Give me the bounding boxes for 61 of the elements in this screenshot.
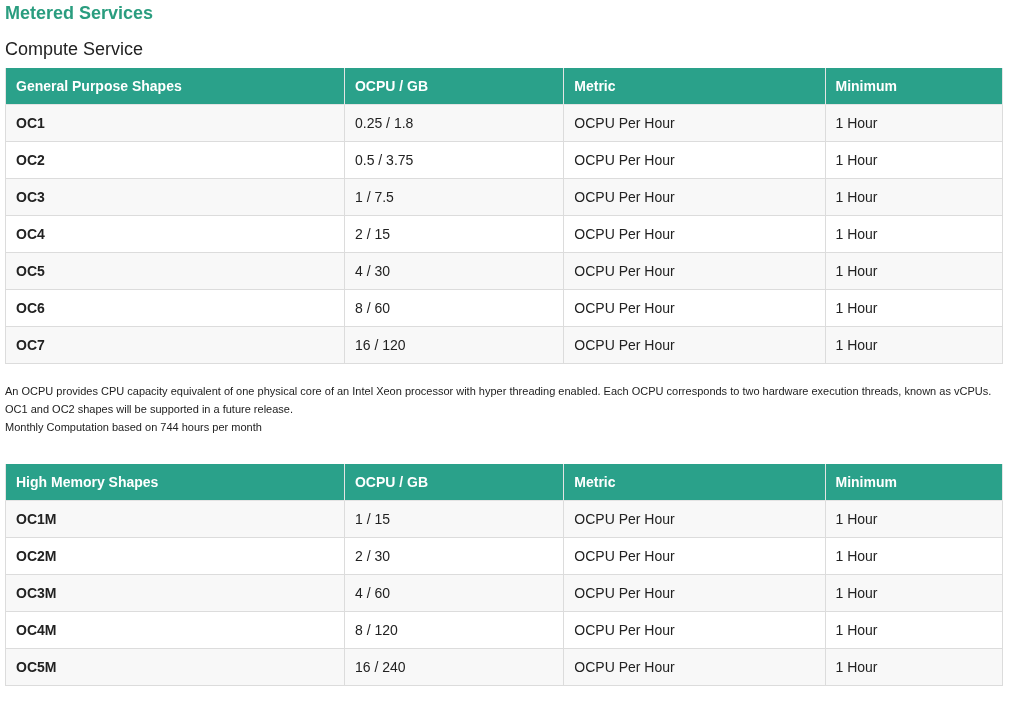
table-cell: 4 / 60: [344, 574, 564, 612]
table-cell: 8 / 60: [344, 289, 564, 327]
table-cell: 1 Hour: [825, 611, 1003, 649]
table-cell: OC1M: [5, 500, 345, 538]
table-cell: 1 Hour: [825, 500, 1003, 538]
table-cell: 16 / 120: [344, 326, 564, 364]
table-cell: OC3: [5, 178, 345, 216]
table-cell: 1 / 15: [344, 500, 564, 538]
table-cell: OC3M: [5, 574, 345, 612]
table-cell: OC5M: [5, 648, 345, 686]
table-cell: OCPU Per Hour: [563, 178, 825, 216]
table-cell: 1 Hour: [825, 141, 1003, 179]
table-cell: 1 Hour: [825, 104, 1003, 142]
column-header: Metric: [563, 464, 825, 501]
table-cell: OC2M: [5, 537, 345, 575]
table-cell: OCPU Per Hour: [563, 289, 825, 327]
table-cell: 0.25 / 1.8: [344, 104, 564, 142]
table-cell: 1 Hour: [825, 537, 1003, 575]
table-cell: 0.5 / 3.75: [344, 141, 564, 179]
column-header: OCPU / GB: [344, 464, 564, 501]
table-cell: 4 / 30: [344, 252, 564, 290]
table-cell: 1 / 7.5: [344, 178, 564, 216]
table-cell: 1 Hour: [825, 648, 1003, 686]
table-cell: OCPU Per Hour: [563, 252, 825, 290]
table-cell: 1 Hour: [825, 252, 1003, 290]
table-cell: OC4: [5, 215, 345, 253]
column-header: Minimum: [825, 68, 1003, 105]
table-cell: OCPU Per Hour: [563, 141, 825, 179]
table-cell: 8 / 120: [344, 611, 564, 649]
footnote: OC1 and OC2 shapes will be supported in a future release.: [5, 402, 294, 417]
table-cell: 2 / 30: [344, 537, 564, 575]
table-cell: OC5: [5, 252, 345, 290]
table-cell: OCPU Per Hour: [563, 611, 825, 649]
table-cell: 1 Hour: [825, 289, 1003, 327]
table-cell: OC4M: [5, 611, 345, 649]
footnote: Monthly Computation based on 744 hours per month: [5, 420, 263, 435]
column-header: Minimum: [825, 464, 1003, 501]
table-cell: OC6: [5, 289, 345, 327]
section-heading: Compute Service: [5, 38, 145, 60]
table-cell: OCPU Per Hour: [563, 537, 825, 575]
table-cell: 16 / 240: [344, 648, 564, 686]
table-cell: 2 / 15: [344, 215, 564, 253]
footnote: An OCPU provides CPU capacity equivalent of one physical core of an Intel Xeon processor with hyper threading enabled. Each OCPU corresponds to two hardware execution threads, known as vCPUs.: [5, 384, 993, 399]
table-cell: OCPU Per Hour: [563, 215, 825, 253]
table-cell: OCPU Per Hour: [563, 648, 825, 686]
table-cell: OC1: [5, 104, 345, 142]
table-cell: OCPU Per Hour: [563, 104, 825, 142]
table-cell: 1 Hour: [825, 574, 1003, 612]
table-cell: OCPU Per Hour: [563, 326, 825, 364]
table-cell: OCPU Per Hour: [563, 574, 825, 612]
page-heading: Metered Services: [5, 2, 155, 24]
table-cell: 1 Hour: [825, 326, 1003, 364]
table-cell: OC2: [5, 141, 345, 179]
table-cell: OC7: [5, 326, 345, 364]
column-header: Metric: [563, 68, 825, 105]
table-cell: OCPU Per Hour: [563, 500, 825, 538]
table-cell: 1 Hour: [825, 178, 1003, 216]
column-header: General Purpose Shapes: [5, 68, 345, 105]
column-header: OCPU / GB: [344, 68, 564, 105]
table-cell: 1 Hour: [825, 215, 1003, 253]
column-header: High Memory Shapes: [5, 464, 345, 501]
